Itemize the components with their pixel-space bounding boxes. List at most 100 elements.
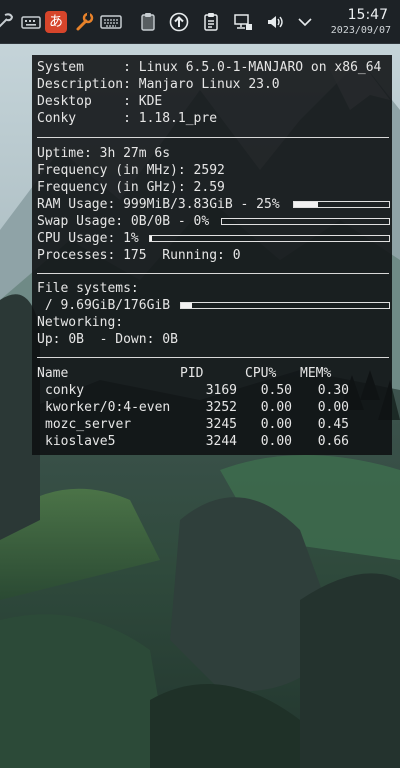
mozc-ime-icon[interactable]: あ xyxy=(45,11,67,33)
processes-row: Processes: 175 Running: 0 xyxy=(37,247,241,264)
swap-row: Swap Usage: 0B/0B - 0% xyxy=(37,213,209,230)
processes-label: Processes: xyxy=(37,248,116,263)
separator: : xyxy=(123,94,139,109)
description-row: Description: Manjaro Linux 23.0 xyxy=(37,76,280,93)
processes-value: 175 xyxy=(123,248,147,263)
up-value: 0B xyxy=(68,332,84,347)
ram-value: 999MiB/3.83GiB - 25% xyxy=(123,197,280,212)
clock-date[interactable]: 2023/09/07 xyxy=(311,25,391,37)
header-cpu: CPU% xyxy=(245,366,277,381)
clipboard-list-icon[interactable] xyxy=(199,10,223,34)
process-name: kworker/0:4-even xyxy=(45,400,171,415)
separator: : xyxy=(123,111,139,126)
cpu-row: CPU Usage: 1% xyxy=(37,230,139,247)
wrench-icon[interactable] xyxy=(72,10,96,34)
separator: : xyxy=(123,77,139,92)
freq-mhz-row: Frequency (in MHz): 2592 xyxy=(37,162,225,179)
keyboard-layout-icon[interactable] xyxy=(99,10,123,34)
clock-time[interactable]: 15:47 xyxy=(318,7,388,23)
ram-usage-bar xyxy=(293,201,390,208)
fs-usage-value: 9.69GiB/176GiB xyxy=(60,298,171,313)
process-mem: 0.45 xyxy=(317,417,349,432)
header-pid: PID xyxy=(180,366,204,381)
running-label: Running: xyxy=(162,248,225,263)
process-name: conky xyxy=(45,383,85,398)
header-mem: MEM% xyxy=(300,366,332,381)
system-value: Linux 6.5.0-1-MANJARO on x86_64 xyxy=(138,60,382,75)
networking-label: Networking: xyxy=(37,315,124,330)
ram-row: RAM Usage: 999MiB/3.83GiB - 25% xyxy=(37,196,280,213)
up-label: Up: xyxy=(37,332,61,347)
settings-tool-icon[interactable] xyxy=(0,10,18,34)
freq-mhz-value: 2592 xyxy=(193,163,225,178)
conky-widget: System : Linux 6.5.0-1-MANJARO on x86_64… xyxy=(32,55,392,455)
process-cpu: 0.00 xyxy=(260,417,292,432)
swap-label: Swap Usage: xyxy=(37,214,124,229)
freq-mhz-label: Frequency (in MHz): xyxy=(37,163,186,178)
conky-label: Conky xyxy=(37,111,124,126)
filesystems-label: File systems: xyxy=(37,281,139,296)
divider xyxy=(37,137,389,138)
process-mem: 0.00 xyxy=(317,400,349,415)
volume-icon[interactable] xyxy=(263,10,287,34)
process-table-header: Name PID CPU% MEM% xyxy=(37,365,387,382)
process-pid: 3245 xyxy=(205,417,237,432)
keyboard-icon[interactable] xyxy=(19,10,43,34)
freq-ghz-label: Frequency (in GHz): xyxy=(37,180,186,195)
system-row: System : Linux 6.5.0-1-MANJARO on x86_64 xyxy=(37,59,381,76)
networking-row: Networking: xyxy=(37,314,123,331)
desktop-value: KDE xyxy=(138,94,163,109)
system-label: System xyxy=(37,60,124,75)
table-row: conky 3169 0.50 0.30 xyxy=(37,382,387,399)
network-icon[interactable] xyxy=(231,10,255,34)
table-row: mozc_server 3245 0.00 0.45 xyxy=(37,416,387,433)
process-pid: 3244 xyxy=(205,434,237,449)
description-label: Description xyxy=(37,77,124,92)
ram-usage-fill xyxy=(294,202,318,207)
process-name: mozc_server xyxy=(45,417,132,432)
table-row: kworker/0:4-even 3252 0.00 0.00 xyxy=(37,399,387,416)
fs-mount-label: / xyxy=(44,298,53,313)
running-value: 0 xyxy=(232,248,241,263)
clipboard-icon[interactable] xyxy=(136,10,160,34)
swap-usage-bar xyxy=(221,218,390,225)
separator: : xyxy=(123,60,139,75)
header-name: Name xyxy=(37,366,69,381)
down-label: - Down: xyxy=(99,332,155,347)
table-row: kioslave5 3244 0.00 0.66 xyxy=(37,433,387,450)
divider xyxy=(37,273,389,274)
cpu-value: 1% xyxy=(123,231,139,246)
conky-version-row: Conky : 1.18.1_pre xyxy=(37,110,217,127)
process-cpu: 0.00 xyxy=(260,400,292,415)
update-arrow-icon[interactable] xyxy=(167,10,191,34)
down-value: 0B xyxy=(162,332,178,347)
fs-usage-fill xyxy=(181,303,193,308)
divider xyxy=(37,357,389,358)
fs-root-row: / 9.69GiB/176GiB xyxy=(37,297,170,314)
fs-label-row: File systems: xyxy=(37,280,139,297)
swap-value: 0B/0B - 0% xyxy=(130,214,210,229)
cpu-usage-bar xyxy=(149,235,390,242)
desktop-label: Desktop xyxy=(37,94,124,109)
freq-ghz-value: 2.59 xyxy=(193,180,225,195)
description-value: Manjaro Linux 23.0 xyxy=(138,77,280,92)
ram-label: RAM Usage: xyxy=(37,197,116,212)
freq-ghz-row: Frequency (in GHz): 2.59 xyxy=(37,179,225,196)
uptime-label: Uptime: xyxy=(37,146,92,161)
process-pid: 3169 xyxy=(205,383,237,398)
uptime-row: Uptime: 3h 27m 6s xyxy=(37,145,170,162)
process-mem: 0.30 xyxy=(317,383,349,398)
fs-usage-bar xyxy=(180,302,390,309)
top-panel: あ 15:47 2023/09/07 xyxy=(0,0,400,44)
process-pid: 3252 xyxy=(205,400,237,415)
process-cpu: 0.50 xyxy=(260,383,292,398)
process-mem: 0.66 xyxy=(317,434,349,449)
cpu-usage-fill xyxy=(150,236,153,241)
uptime-value: 3h 27m 6s xyxy=(99,146,171,161)
process-name: kioslave5 xyxy=(45,434,116,449)
ime-mode-label: あ xyxy=(49,14,63,30)
desktop-row: Desktop : KDE xyxy=(37,93,162,110)
process-cpu: 0.00 xyxy=(260,434,292,449)
net-speed-row: Up: 0B - Down: 0B xyxy=(37,331,178,348)
cpu-label: CPU Usage: xyxy=(37,231,116,246)
